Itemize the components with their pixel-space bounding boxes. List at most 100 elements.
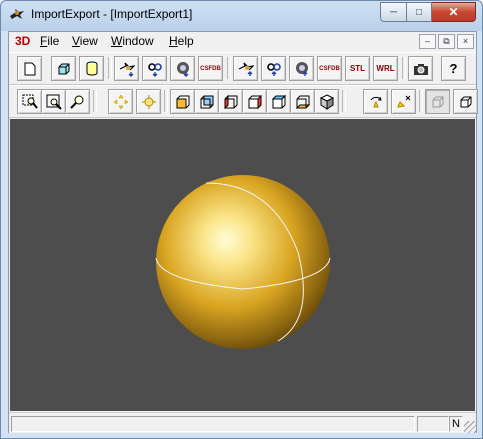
mdi-close-button[interactable]: × — [457, 34, 474, 49]
pan-icon — [113, 94, 128, 109]
rotation-button[interactable] — [363, 89, 388, 114]
pan-button[interactable] — [108, 89, 133, 114]
toolbar-separator — [402, 57, 406, 79]
sphere-shape[interactable] — [156, 175, 330, 349]
zoom-icon — [69, 95, 83, 109]
menu-window-label: indow — [122, 34, 154, 48]
top-view-button[interactable] — [266, 89, 291, 114]
import-step-button[interactable] — [170, 56, 195, 81]
status-caps — [417, 416, 449, 432]
box-button[interactable] — [51, 56, 76, 81]
front-view-button[interactable] — [170, 89, 195, 114]
status-message — [11, 416, 415, 432]
import-iges-button[interactable] — [142, 56, 167, 81]
main-window: ImportExport - [ImportExport1] ─ □ ✕ 3D … — [0, 0, 483, 439]
menu-help-label: elp — [177, 34, 194, 48]
rotation-icon — [370, 96, 382, 107]
screenshot-button[interactable] — [408, 56, 433, 81]
menu-file-label: ile — [47, 34, 60, 48]
import-step-icon — [176, 61, 189, 77]
close-button[interactable]: ✕ — [432, 2, 476, 22]
status-num: N — [449, 416, 463, 432]
wireframe-cube-icon — [432, 96, 443, 107]
toolbar-separator — [164, 90, 168, 112]
3d-viewer[interactable] — [10, 119, 475, 411]
fit-all-icon — [46, 94, 62, 110]
box-icon — [58, 63, 69, 74]
right-view-button[interactable] — [242, 89, 267, 114]
export-step-icon — [295, 61, 308, 76]
hidden-line-off-button[interactable] — [425, 89, 450, 114]
global-pan-icon — [141, 94, 156, 109]
toolbar-separator — [342, 90, 346, 112]
view-toolbar — [9, 85, 478, 118]
export-iges-button[interactable] — [261, 56, 286, 81]
left-view-button[interactable] — [218, 89, 243, 114]
menu-bar: 3D File View Window Help – ⧉ × — [9, 32, 476, 51]
right-view-icon — [248, 94, 261, 109]
back-view-button[interactable] — [194, 89, 219, 114]
top-view-icon — [271, 94, 286, 108]
help-question-icon: ? — [449, 61, 458, 76]
window-controls: ─ □ ✕ — [380, 2, 476, 22]
menu-help[interactable]: Help — [169, 34, 194, 48]
minimize-button[interactable]: ─ — [380, 2, 407, 22]
export-iges-icon — [266, 62, 281, 76]
reset-view-button[interactable] — [391, 89, 416, 114]
main-toolbar: CSFDB CSFDB STL WRL ? — [9, 52, 476, 85]
export-csfdb-label: CSFDB — [319, 65, 340, 72]
resize-grip[interactable] — [464, 421, 476, 433]
cylinder-icon — [86, 61, 97, 76]
import-csfdb-button[interactable]: CSFDB — [198, 56, 223, 81]
fit-all-button[interactable] — [41, 89, 66, 114]
scene-canvas — [155, 175, 331, 349]
zoom-window-icon — [22, 94, 38, 109]
export-brep-button[interactable] — [233, 56, 258, 81]
cylinder-button[interactable] — [79, 56, 104, 81]
menu-view-label: iew — [79, 34, 98, 48]
toolbar-separator — [419, 90, 423, 112]
mdi-minimize-button[interactable]: – — [419, 34, 436, 49]
menu-file[interactable]: File — [40, 34, 59, 48]
mdi-client: 3D File View Window Help – ⧉ × CSFDB CSF… — [8, 31, 478, 433]
import-brep-button[interactable] — [114, 56, 139, 81]
bottom-view-button[interactable] — [290, 89, 315, 114]
camera-icon — [413, 63, 428, 75]
menu-window-accel: W — [111, 34, 123, 48]
export-stl-button[interactable]: STL — [345, 56, 370, 81]
shaded-cube-icon — [460, 96, 471, 107]
mdi-controls: – ⧉ × — [419, 34, 474, 49]
toolbar-separator — [227, 57, 231, 79]
axonometric-view-icon — [319, 93, 334, 110]
export-csfdb-button[interactable]: CSFDB — [317, 56, 342, 81]
mdi-restore-button[interactable]: ⧉ — [438, 34, 455, 49]
menu-3d-logo[interactable]: 3D — [15, 34, 30, 48]
import-brep-icon — [119, 62, 135, 77]
export-wrl-label: WRL — [376, 64, 395, 73]
back-view-icon — [200, 95, 213, 108]
new-file-icon — [24, 62, 35, 75]
export-step-button[interactable] — [289, 56, 314, 81]
app-icon — [10, 9, 24, 19]
export-brep-icon — [238, 62, 254, 76]
axonometric-view-button[interactable] — [314, 89, 339, 114]
export-wrl-button[interactable]: WRL — [373, 56, 398, 81]
new-document-button[interactable] — [17, 56, 42, 81]
menu-view[interactable]: View — [72, 34, 98, 48]
status-bar: N — [9, 412, 476, 433]
hidden-line-on-button[interactable] — [453, 89, 478, 114]
zoom-button[interactable] — [65, 89, 90, 114]
toolbar-separator — [108, 57, 112, 79]
export-stl-label: STL — [349, 64, 366, 73]
maximize-button[interactable]: □ — [407, 2, 432, 22]
import-iges-icon — [147, 62, 162, 77]
title-bar[interactable]: ImportExport - [ImportExport1] ─ □ ✕ — [1, 1, 482, 29]
toolbar-separator — [93, 90, 97, 112]
menu-window[interactable]: Window — [111, 34, 154, 48]
zoom-window-button[interactable] — [17, 89, 42, 114]
global-pan-button[interactable] — [136, 89, 161, 114]
help-button[interactable]: ? — [441, 56, 466, 81]
front-view-icon — [176, 95, 189, 108]
left-view-icon — [224, 94, 237, 109]
reset-view-icon — [396, 95, 410, 108]
